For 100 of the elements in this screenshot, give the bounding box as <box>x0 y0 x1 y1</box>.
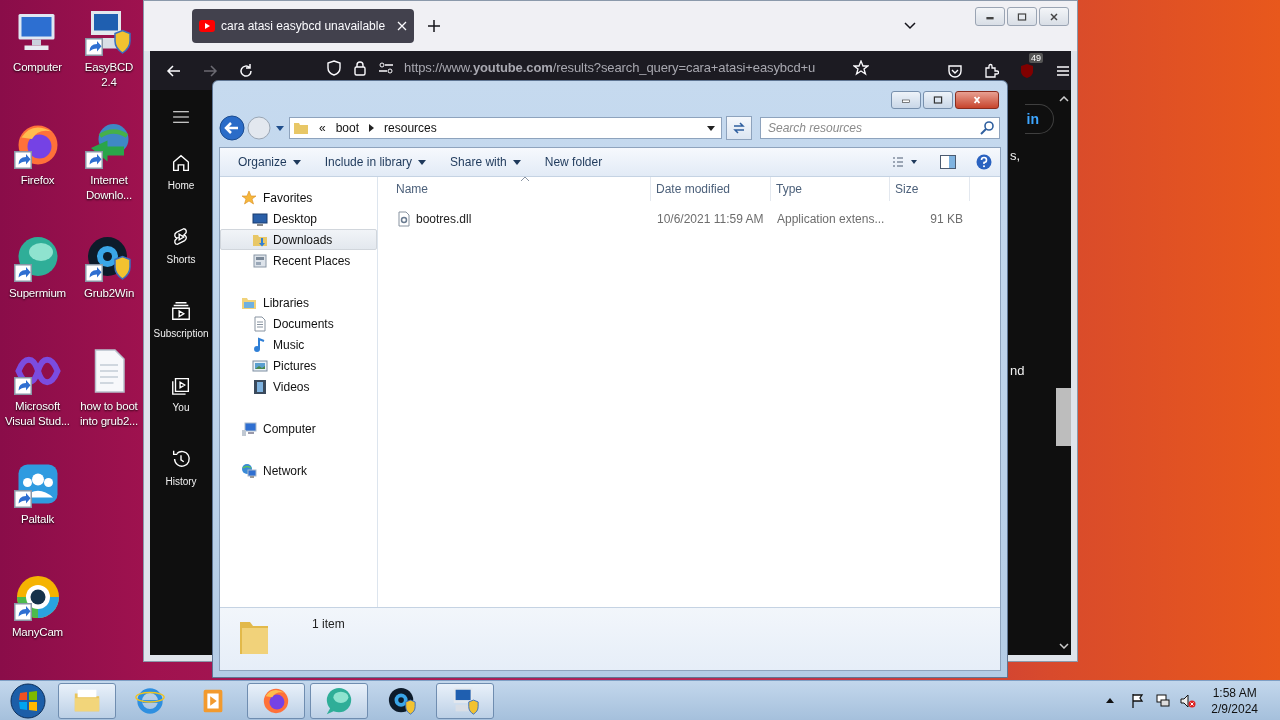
caret-up-icon[interactable] <box>1106 698 1115 703</box>
extension-badge: 49 <box>1029 52 1043 63</box>
desktop-icon-label[interactable]: Microsoft Visual Stud... <box>2 399 73 429</box>
eye-icon[interactable] <box>13 573 62 621</box>
sidebar-item[interactable]: You <box>170 374 192 448</box>
refresh-button[interactable] <box>726 116 752 140</box>
preview-pane-icon <box>940 154 956 170</box>
close-button[interactable] <box>1039 7 1069 26</box>
column-header[interactable]: Type <box>771 177 890 201</box>
subscriptions-icon <box>170 300 192 322</box>
close-button[interactable] <box>955 91 999 109</box>
taskbar-button[interactable] <box>436 682 494 719</box>
column-header[interactable]: Name <box>391 177 651 201</box>
url-text[interactable]: https://www.youtube.com/results?search_query=cara+atasi+easybcd+u <box>404 60 843 75</box>
computer-shield-icon[interactable] <box>85 8 133 56</box>
breadcrumb-item[interactable]: boot <box>335 121 360 135</box>
minimize-button[interactable] <box>975 7 1005 26</box>
scroll-down-icon[interactable] <box>1058 643 1069 649</box>
new-tab-icon[interactable] <box>428 20 440 32</box>
bookmark-star-icon[interactable] <box>853 59 869 76</box>
caret-icon <box>512 159 521 165</box>
caret-icon[interactable] <box>707 125 715 131</box>
minimize-icon <box>900 96 912 104</box>
network-icon[interactable] <box>1155 692 1172 709</box>
maximize-button[interactable] <box>923 91 953 109</box>
breadcrumb-overflow[interactable]: « <box>319 121 326 135</box>
monitor-icon <box>252 210 268 227</box>
desktop-icon-label[interactable]: Grub2Win <box>83 286 135 301</box>
nav-item[interactable]: Desktop <box>220 208 377 229</box>
toolbar-button[interactable]: Include in library <box>314 150 437 174</box>
browser-e-icon <box>135 685 165 716</box>
scroll-up-icon[interactable] <box>1058 96 1069 102</box>
toolbar-button[interactable]: Organize <box>228 150 311 174</box>
nav-item[interactable]: Music <box>220 334 377 355</box>
start-button[interactable] <box>10 682 46 719</box>
permissions-icon[interactable] <box>378 59 394 76</box>
desktop-icon-label[interactable]: Internet Downlo... <box>76 173 142 203</box>
file-icon <box>396 211 412 227</box>
extensions-icon[interactable] <box>983 62 999 79</box>
browser-tab[interactable]: cara atasi easybcd unavailable <box>192 9 414 43</box>
video-logo-icon <box>199 20 215 32</box>
gear-shield-icon <box>387 685 417 716</box>
sidebar-item[interactable]: Subscription <box>153 300 209 374</box>
close-icon[interactable] <box>397 21 407 31</box>
chevron-right-icon[interactable] <box>369 124 375 132</box>
nav-item[interactable]: Computer <box>220 418 377 439</box>
document-icon <box>252 315 268 332</box>
pocket-icon[interactable] <box>947 62 963 79</box>
folder-icon <box>293 120 309 136</box>
nav-item[interactable]: Videos <box>220 376 377 397</box>
sidebar-item[interactable]: Home <box>167 152 195 226</box>
caret-icon <box>292 159 301 165</box>
maximize-icon <box>1016 12 1028 21</box>
back-button[interactable] <box>219 115 245 141</box>
nav-item[interactable]: Libraries <box>220 292 377 313</box>
reload-icon[interactable] <box>238 62 254 79</box>
file-name[interactable]: bootres.dll <box>396 211 651 227</box>
clock[interactable]: 1:58 AM 2/9/2024 <box>1211 684 1258 717</box>
back-icon[interactable] <box>166 62 182 79</box>
nav-item[interactable]: Recent Places <box>220 250 377 271</box>
nav-item[interactable]: Favorites <box>220 187 377 208</box>
desktop-icon-label[interactable]: Computer <box>13 60 62 75</box>
nav-item[interactable]: Network <box>220 460 377 481</box>
desktop-icon-label[interactable]: Paltalk <box>20 512 55 527</box>
maximize-icon <box>932 96 944 104</box>
shield-icon[interactable] <box>326 59 342 76</box>
address-bar[interactable]: « boot resources <box>289 117 722 139</box>
close-icon <box>971 96 983 104</box>
desktop-icon-label[interactable]: ManyCam <box>12 625 63 640</box>
taskbar-button[interactable] <box>247 682 305 719</box>
table-cell-text: 91 KB <box>929 212 964 226</box>
volume-muted-icon[interactable] <box>1180 692 1197 709</box>
gear-shield-icon[interactable] <box>85 234 133 282</box>
sidebar-item[interactable]: Shorts <box>166 226 196 300</box>
sidebar-item[interactable]: History <box>165 448 197 522</box>
column-header[interactable]: Size <box>890 177 970 201</box>
search-field[interactable]: Search resources <box>760 117 1000 139</box>
forward-icon[interactable] <box>202 62 218 79</box>
toolbar-button[interactable]: New folder <box>534 150 613 174</box>
search-icon[interactable] <box>979 120 995 136</box>
column-header[interactable]: Date modified <box>651 177 771 201</box>
history-icon <box>170 448 192 470</box>
nav-item[interactable]: Downloads <box>220 229 377 250</box>
desktop-icon-label[interactable]: how to boot into grub2... <box>76 399 142 429</box>
maximize-button[interactable] <box>1007 7 1037 26</box>
close-icon <box>1048 12 1060 21</box>
network-icon <box>241 462 257 479</box>
desktop-icon-label[interactable]: Firefox <box>20 173 55 188</box>
menu-icon[interactable] <box>172 110 190 124</box>
scroll-thumb[interactable] <box>1056 388 1071 446</box>
chevron-down-icon[interactable] <box>904 22 916 30</box>
nav-item[interactable]: Documents <box>220 313 377 334</box>
toolbar-button[interactable]: Share with <box>440 150 531 174</box>
item-count: 1 item <box>312 617 345 631</box>
lock-icon[interactable] <box>352 59 368 76</box>
desktop-icon-label[interactable]: Supermium <box>9 286 66 301</box>
nav-item[interactable]: Pictures <box>220 355 377 376</box>
app-logo-icon <box>324 685 354 716</box>
breadcrumb-item[interactable]: resources <box>384 121 437 135</box>
desktop-icon-label[interactable]: EasyBCD 2.4 <box>76 60 142 90</box>
